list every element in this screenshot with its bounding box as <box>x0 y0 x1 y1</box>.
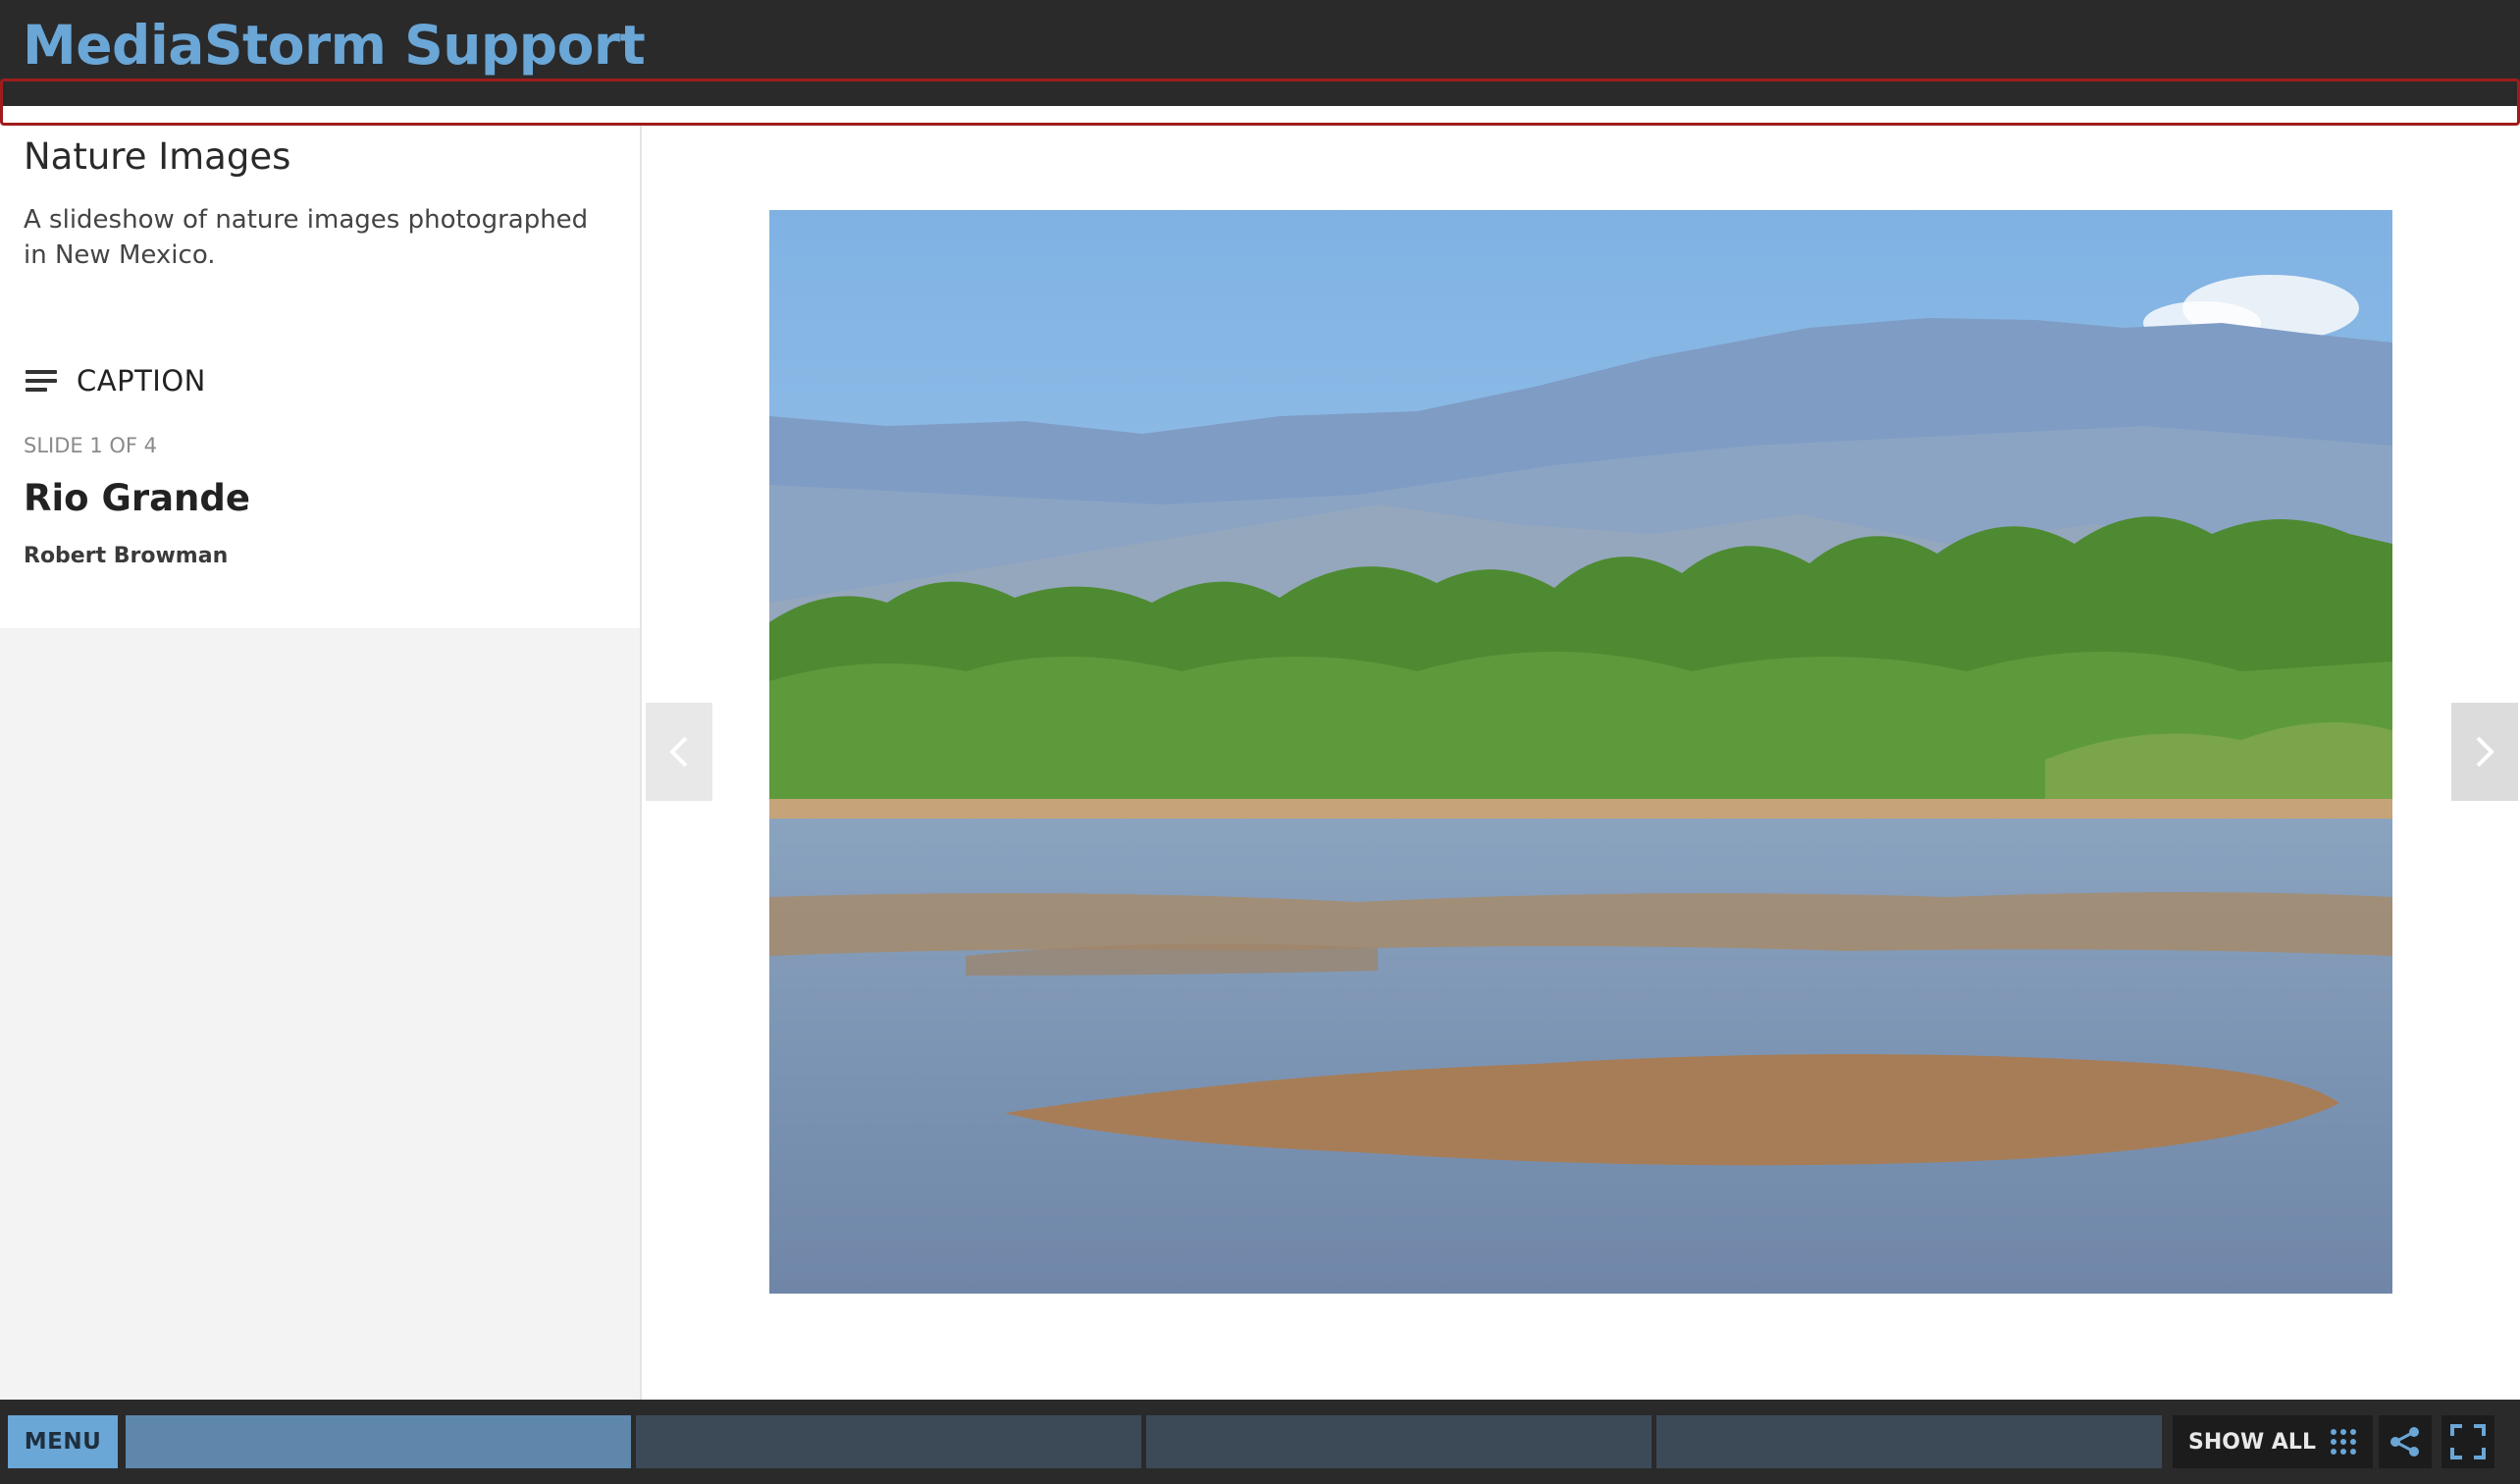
project-description: A slideshow of nature images photographe… <box>24 205 589 270</box>
share-button[interactable] <box>2379 1415 2432 1468</box>
fullscreen-icon <box>2450 1424 2486 1459</box>
highlighted-region <box>0 79 2520 126</box>
caption-lines-icon <box>24 368 59 394</box>
caption-toggle[interactable]: CAPTION <box>24 361 206 400</box>
menu-button[interactable]: MENU <box>8 1415 118 1468</box>
previous-slide-button[interactable] <box>646 703 712 801</box>
slide-tab-1[interactable] <box>126 1415 631 1468</box>
slide-author: Robert Browman <box>24 544 229 568</box>
project-title: Nature Images <box>24 135 291 178</box>
next-slide-button[interactable] <box>2451 703 2518 801</box>
slide-photo <box>769 210 2392 1294</box>
bottom-toolbar: MENU SHOW ALL <box>0 1400 2520 1484</box>
slide-tab-3[interactable] <box>1146 1415 1652 1468</box>
slide-title: Rio Grande <box>24 477 250 519</box>
fullscreen-button[interactable] <box>2441 1415 2494 1468</box>
slide-tab-2[interactable] <box>636 1415 1141 1468</box>
chevron-left-icon <box>669 736 688 768</box>
sidebar-content: Nature Images A slideshow of nature imag… <box>0 126 640 628</box>
grid-icon <box>2330 1429 2356 1455</box>
show-all-button[interactable]: SHOW ALL <box>2173 1415 2373 1468</box>
slide-counter: SLIDE 1 OF 4 <box>24 434 158 457</box>
slide-tab-4[interactable] <box>1656 1415 2162 1468</box>
info-sidebar: Nature Images A slideshow of nature imag… <box>0 126 642 1400</box>
brand-title[interactable]: MediaStorm Support <box>23 14 646 77</box>
show-all-label: SHOW ALL <box>2188 1429 2316 1455</box>
caption-label: CAPTION <box>77 364 206 398</box>
chevron-right-icon <box>2476 736 2494 768</box>
share-icon <box>2390 1427 2419 1457</box>
